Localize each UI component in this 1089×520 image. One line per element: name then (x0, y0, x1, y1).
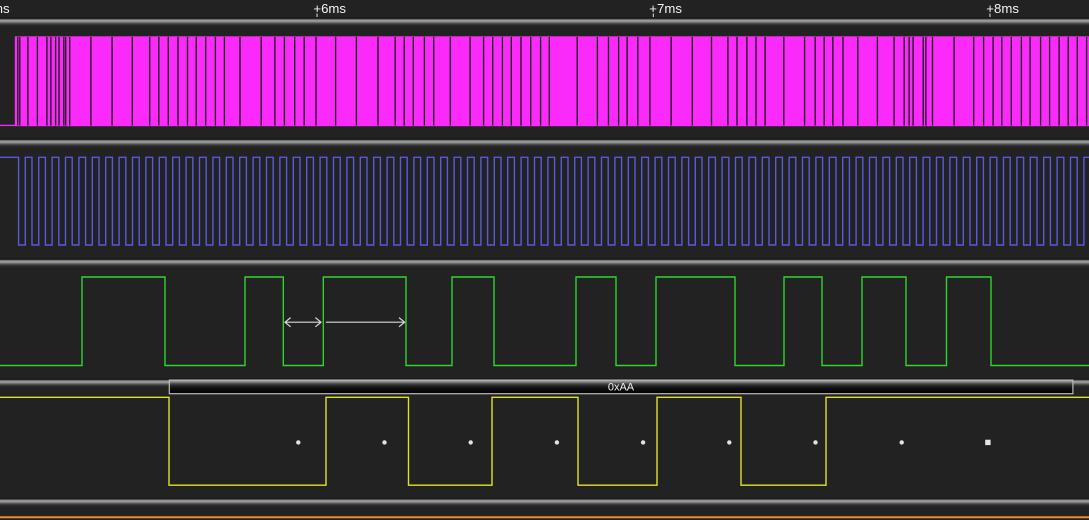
svg-text:+5ms: +5ms (0, 1, 10, 16)
svg-text:+8ms: +8ms (986, 1, 1019, 16)
svg-text:0xAA: 0xAA (608, 382, 635, 394)
svg-text:+7ms: +7ms (649, 1, 682, 16)
svg-text:+6ms: +6ms (313, 1, 346, 16)
